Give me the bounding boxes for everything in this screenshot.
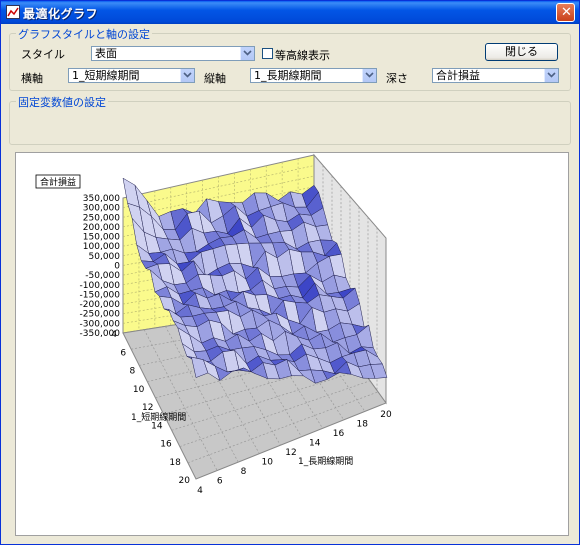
y-tick-label: 20 (179, 476, 191, 486)
x-tick-label: 18 (357, 420, 369, 430)
z-tick-label: 0 (114, 262, 120, 272)
x-axis-title: 1_長期線期間 (298, 455, 353, 467)
depth-label: 深さ (386, 72, 408, 85)
z-tick-label: 100,000 (83, 242, 120, 252)
x-tick-label: 4 (197, 486, 203, 496)
z-tick-label: -250,000 (80, 310, 121, 320)
x-axis-label: 横軸 (21, 72, 43, 85)
x-tick-label: 12 (285, 448, 296, 458)
z-tick-label: -100,000 (80, 281, 121, 291)
z-tick-label: -200,000 (80, 300, 121, 310)
y-axis-select[interactable]: 1_長期線期間 (250, 68, 377, 83)
z-tick-label: 50,000 (89, 252, 121, 262)
close-icon: ✕ (561, 5, 572, 20)
x-tick-label: 20 (380, 410, 392, 420)
style-select[interactable]: 表面 (91, 46, 255, 61)
z-tick-label: 250,000 (83, 213, 120, 223)
chevron-down-icon[interactable] (362, 69, 376, 82)
y-tick-label: 18 (169, 458, 181, 468)
z-tick-label: -50,000 (85, 271, 120, 281)
title-bar[interactable]: 最適化グラフ ✕ (1, 1, 579, 24)
close-button[interactable]: 閉じる (485, 43, 558, 61)
z-tick-label: 350,000 (83, 194, 120, 204)
y-axis-title: 1_短期線期間 (131, 411, 186, 423)
depth-select[interactable]: 合計損益 (432, 68, 559, 83)
fixed-vars-legend: 固定変数値の設定 (16, 94, 108, 110)
x-tick-label: 10 (262, 458, 274, 468)
contour-checkbox[interactable] (262, 48, 273, 59)
y-tick-label: 10 (133, 385, 145, 395)
style-label: スタイル (21, 48, 65, 61)
chevron-down-icon[interactable] (544, 69, 558, 82)
close-button-label: 閉じる (505, 45, 538, 58)
y-axis-select-value: 1_長期線期間 (254, 69, 322, 82)
surface-chart-panel[interactable]: 350,000 300,000 250,000 200,000 150,000 100,0… (15, 152, 569, 536)
z-axis-title-text: 合計損益 (40, 176, 76, 188)
fixed-vars-group: 固定変数値の設定 (9, 94, 571, 145)
z-tick-label: -150,000 (80, 290, 121, 300)
x-tick-label: 6 (217, 477, 223, 487)
y-axis-label: 縦軸 (204, 72, 226, 85)
depth-select-value: 合計損益 (436, 69, 480, 82)
z-axis-title: 合計損益 (35, 174, 81, 189)
x-axis-select[interactable]: 1_短期線期間 (68, 68, 195, 83)
x-tick-label: 16 (333, 429, 345, 439)
y-tick-label: 8 (130, 367, 136, 377)
x-axis-select-value: 1_短期線期間 (72, 69, 140, 82)
style-select-value: 表面 (95, 47, 117, 60)
x-tick-label: 14 (309, 439, 321, 449)
z-tick-label: -300,000 (80, 319, 121, 329)
y-tick-label: 12 (142, 403, 153, 413)
z-tick-label: 150,000 (83, 233, 120, 243)
window-title: 最適化グラフ (23, 7, 99, 21)
window-close-button[interactable]: ✕ (556, 3, 575, 22)
contour-label[interactable]: 等高線表示 (275, 47, 330, 63)
y-tick-label: 16 (160, 440, 172, 450)
y-tick-label: 4 (111, 330, 117, 340)
chevron-down-icon[interactable] (180, 69, 194, 82)
app-icon (6, 5, 20, 19)
y-tick-label: 6 (120, 348, 126, 358)
optimization-graph-window: 最適化グラフ ✕ グラフスタイルと軸の設定 スタイル 表面 等高線表示 閉じる … (0, 0, 580, 545)
chevron-down-icon[interactable] (240, 47, 254, 60)
x-tick-label: 8 (241, 467, 247, 477)
z-tick-label: 300,000 (83, 204, 120, 214)
graph-settings-legend: グラフスタイルと軸の設定 (16, 26, 152, 42)
surface-chart[interactable]: 350,000300,000250,000200,000150,000100,0… (16, 153, 568, 535)
z-tick-label: 200,000 (83, 223, 120, 233)
